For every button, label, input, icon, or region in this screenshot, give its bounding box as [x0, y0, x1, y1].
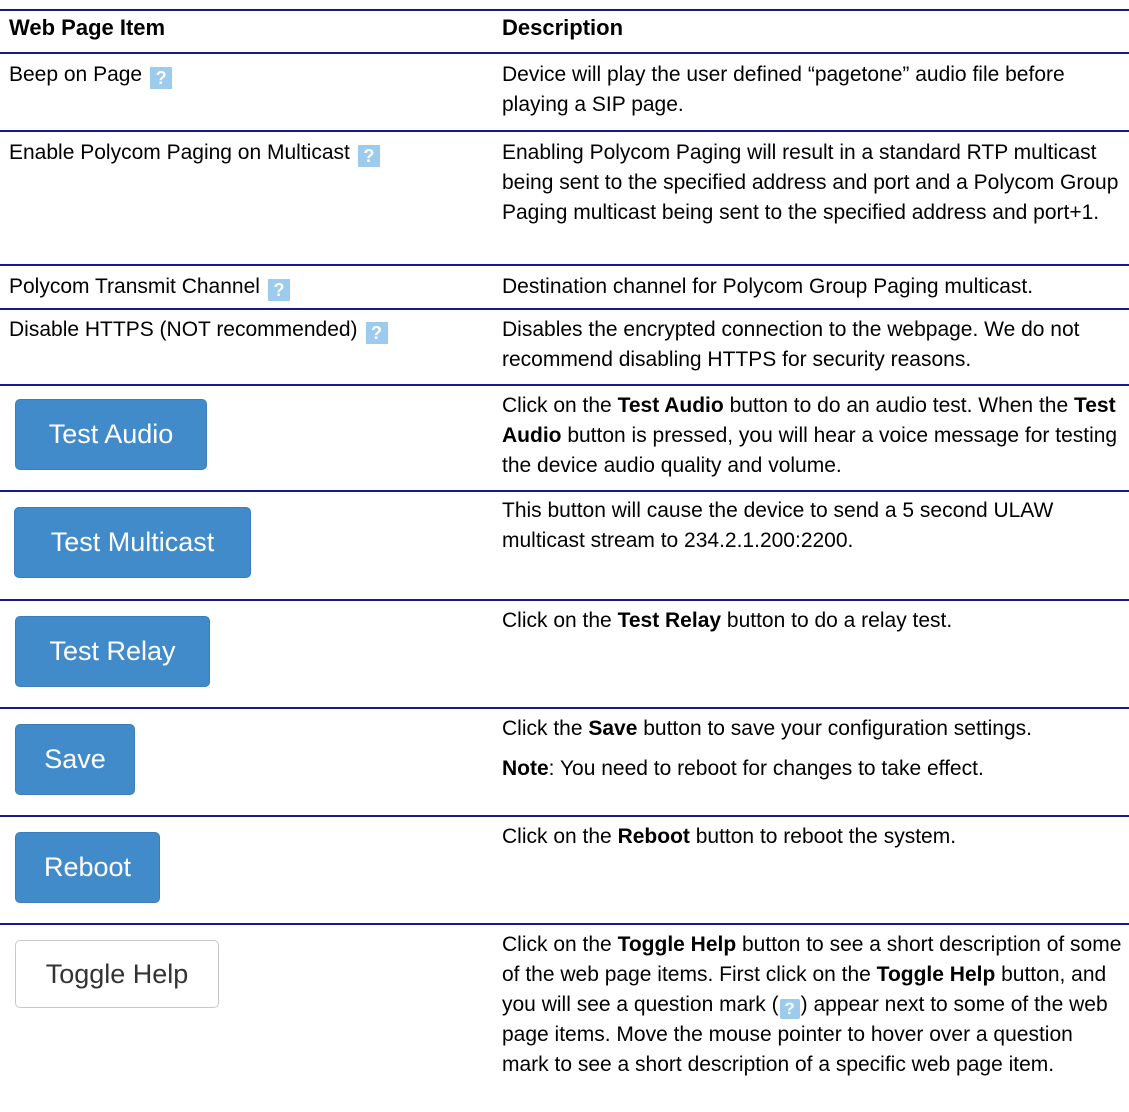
- item-label: Disable HTTPS (NOT recommended): [9, 318, 358, 341]
- item-label: Beep on Page: [9, 63, 143, 86]
- question-mark-icon[interactable]: ?: [150, 67, 173, 89]
- row-divider: [0, 384, 1129, 386]
- row-divider: [0, 923, 1129, 925]
- reboot-button[interactable]: Reboot: [15, 832, 160, 903]
- row-divider: [0, 707, 1129, 709]
- test-multicast-description: This button will cause the device to sen…: [502, 499, 1054, 552]
- row-divider: [0, 130, 1129, 132]
- row-divider: [0, 308, 1129, 310]
- question-mark-icon: ?: [779, 999, 800, 1019]
- save-description: Click the Save button to save your confi…: [502, 717, 1032, 780]
- row-description: Destination channel for Polycom Group Pa…: [502, 275, 1034, 298]
- row-divider: [0, 599, 1129, 601]
- column-header-description: Description: [502, 15, 624, 40]
- row-divider: [0, 815, 1129, 817]
- row-description: Device will play the user defined “paget…: [502, 63, 1065, 116]
- row-description: Disables the encrypted connection to the…: [502, 318, 1080, 371]
- header-rule: [0, 52, 1129, 54]
- row-enable-polycom-paging: Enable Polycom Paging on Multicast?: [9, 138, 380, 168]
- test-audio-button[interactable]: Test Audio: [15, 399, 207, 470]
- item-label: Enable Polycom Paging on Multicast: [9, 141, 350, 164]
- question-mark-icon[interactable]: ?: [267, 279, 290, 301]
- save-button[interactable]: Save: [15, 724, 135, 795]
- row-divider: [0, 490, 1129, 492]
- toggle-help-description: Click on the Toggle Help button to see a…: [502, 933, 1122, 1076]
- row-polycom-transmit-channel: Polycom Transmit Channel?: [9, 272, 290, 302]
- question-mark-icon[interactable]: ?: [357, 145, 380, 167]
- row-divider: [0, 264, 1129, 266]
- question-mark-icon[interactable]: ?: [365, 322, 388, 344]
- row-description: Enabling Polycom Paging will result in a…: [502, 141, 1119, 224]
- top-rule: [0, 9, 1129, 11]
- test-relay-description: Click on the Test Relay button to do a r…: [502, 609, 953, 632]
- toggle-help-button[interactable]: Toggle Help: [15, 940, 219, 1008]
- column-header-item: Web Page Item: [9, 15, 166, 40]
- test-multicast-button[interactable]: Test Multicast: [14, 507, 251, 578]
- row-disable-https: Disable HTTPS (NOT recommended)?: [9, 315, 388, 345]
- test-audio-description: Click on the Test Audio button to do an …: [502, 394, 1118, 477]
- test-relay-button[interactable]: Test Relay: [15, 616, 210, 687]
- row-beep-on-page: Beep on Page?: [9, 60, 173, 90]
- reboot-description: Click on the Reboot button to reboot the…: [502, 825, 957, 848]
- item-label: Polycom Transmit Channel: [9, 275, 260, 298]
